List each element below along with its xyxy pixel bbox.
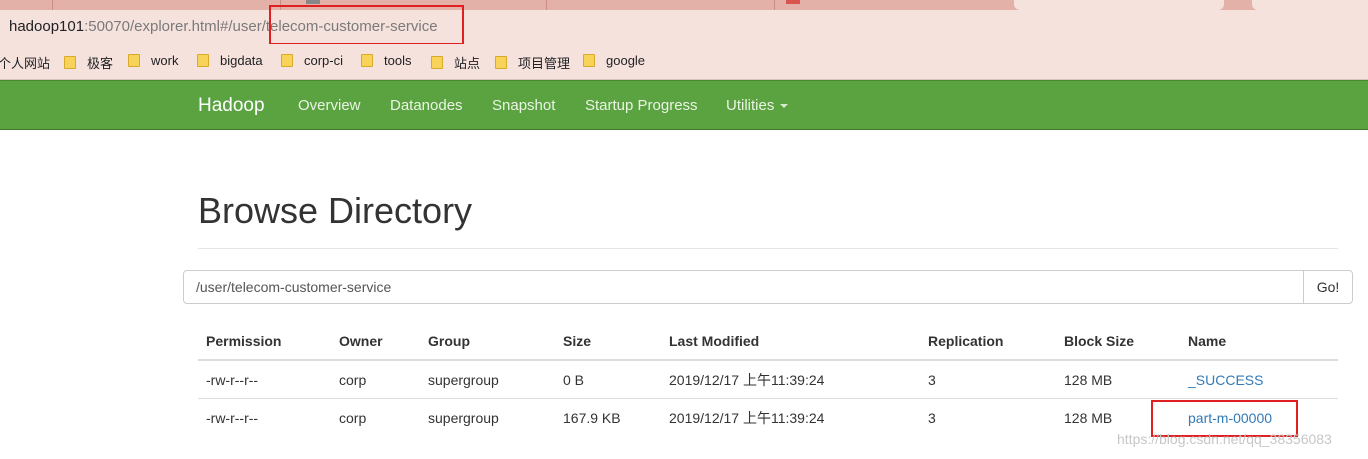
cell-last-modified: 2019/12/17 上午11:39:24 [661,398,920,436]
bookmark-geek[interactable]: 极客 [64,53,113,72]
cell-group: supergroup [420,398,555,436]
nav-overview[interactable]: Overview [298,97,361,114]
cell-replication: 3 [928,371,936,388]
title-divider [198,248,1338,249]
bookmark-label: google [606,53,646,68]
watermark-text: https://blog.csdn.net/qq_38356083 [1117,431,1332,447]
nav-startup-progress[interactable]: Startup Progress [585,97,698,114]
header-group[interactable]: Group [420,322,555,361]
bookmark-google[interactable]: google [583,53,645,68]
bookmark-project-mgmt[interactable]: 项目管理 [495,53,570,72]
folder-icon [128,54,140,67]
cell-replication: 3 [920,398,1056,436]
address-bar[interactable]: hadoop101:50070/explorer.html#/user/tele… [0,10,1368,44]
table-header-row: Permission Owner Group Size Last Modifie… [198,322,1338,361]
cell-permission: -rw-r--r-- [198,398,331,436]
bookmark-corp-ci[interactable]: corp-ci [281,53,343,68]
folder-icon [281,54,293,67]
folder-icon [431,56,443,69]
folder-icon [64,56,76,69]
header-block-size[interactable]: Block Size [1056,322,1180,361]
header-permission[interactable]: Permission [198,322,331,361]
active-tab[interactable] [1014,0,1224,10]
cell-size: 167.9 KB [555,398,661,436]
cell-owner: corp [339,371,367,388]
cell-permission: -rw-r--r-- [206,371,259,388]
bookmark-label: 个人网站 [0,56,51,71]
folder-icon [495,56,507,69]
bookmark-label: bigdata [220,53,263,68]
url-highlight-box [269,5,464,45]
bookmarks-bar: 个人网站 极客 work bigdata corp-ci tools 站点 项目… [0,44,1368,80]
page-icon [786,0,800,4]
bookmark-label: 极客 [87,56,114,71]
caret-down-icon [780,104,789,109]
page-icon [306,0,320,4]
header-owner[interactable]: Owner [331,322,420,361]
bookmark-tools[interactable]: tools [361,53,411,68]
page-title: Browse Directory [198,190,473,231]
header-size[interactable]: Size [555,322,661,361]
url-host: hadoop101 [9,18,85,35]
tab-separator [774,0,775,10]
bookmark-label: tools [384,53,412,68]
folder-icon [583,54,595,67]
cell-group: supergroup [428,371,499,388]
cell-block-size: 128 MB [1064,371,1113,388]
bookmark-label: 项目管理 [518,56,571,71]
browser-tab-strip[interactable] [0,0,1368,10]
file-link-success[interactable]: _SUCCESS [1188,372,1263,388]
bookmark-personal-site[interactable]: 个人网站 [0,53,50,72]
bookmark-label: 站点 [454,56,481,71]
navbar-brand[interactable]: Hadoop [198,95,265,117]
cell-size: 0 B [563,371,585,388]
cell-last-modified: 2019/12/17 上午11:39:24 [669,371,825,388]
folder-icon [197,54,209,67]
nav-utilities-label: Utilities [726,97,775,114]
header-replication[interactable]: Replication [920,322,1056,361]
table-row: -rw-r--r-- corp supergroup 0 B 2019/12/1… [198,360,1338,399]
tab-separator [52,0,53,10]
folder-icon [361,54,373,67]
go-button[interactable]: Go! [1303,270,1353,304]
browser-tab[interactable] [1252,0,1368,10]
bookmark-work[interactable]: work [128,53,178,68]
nav-snapshot[interactable]: Snapshot [492,97,555,114]
bookmark-label: work [151,53,179,68]
nav-datanodes[interactable]: Datanodes [390,97,463,114]
header-name[interactable]: Name [1180,322,1338,361]
bookmark-bigdata[interactable]: bigdata [197,53,263,68]
header-last-modified[interactable]: Last Modified [661,322,920,361]
cell-name: _SUCCESS [1180,360,1338,399]
bookmark-label: corp-ci [304,53,344,68]
tab-separator [546,0,547,10]
nav-utilities[interactable]: Utilities [726,97,789,114]
bookmark-sites[interactable]: 站点 [431,53,480,72]
hadoop-navbar: Hadoop Overview Datanodes Snapshot Start… [0,80,1368,130]
cell-owner: corp [331,398,420,436]
directory-path-input[interactable] [183,270,1304,304]
